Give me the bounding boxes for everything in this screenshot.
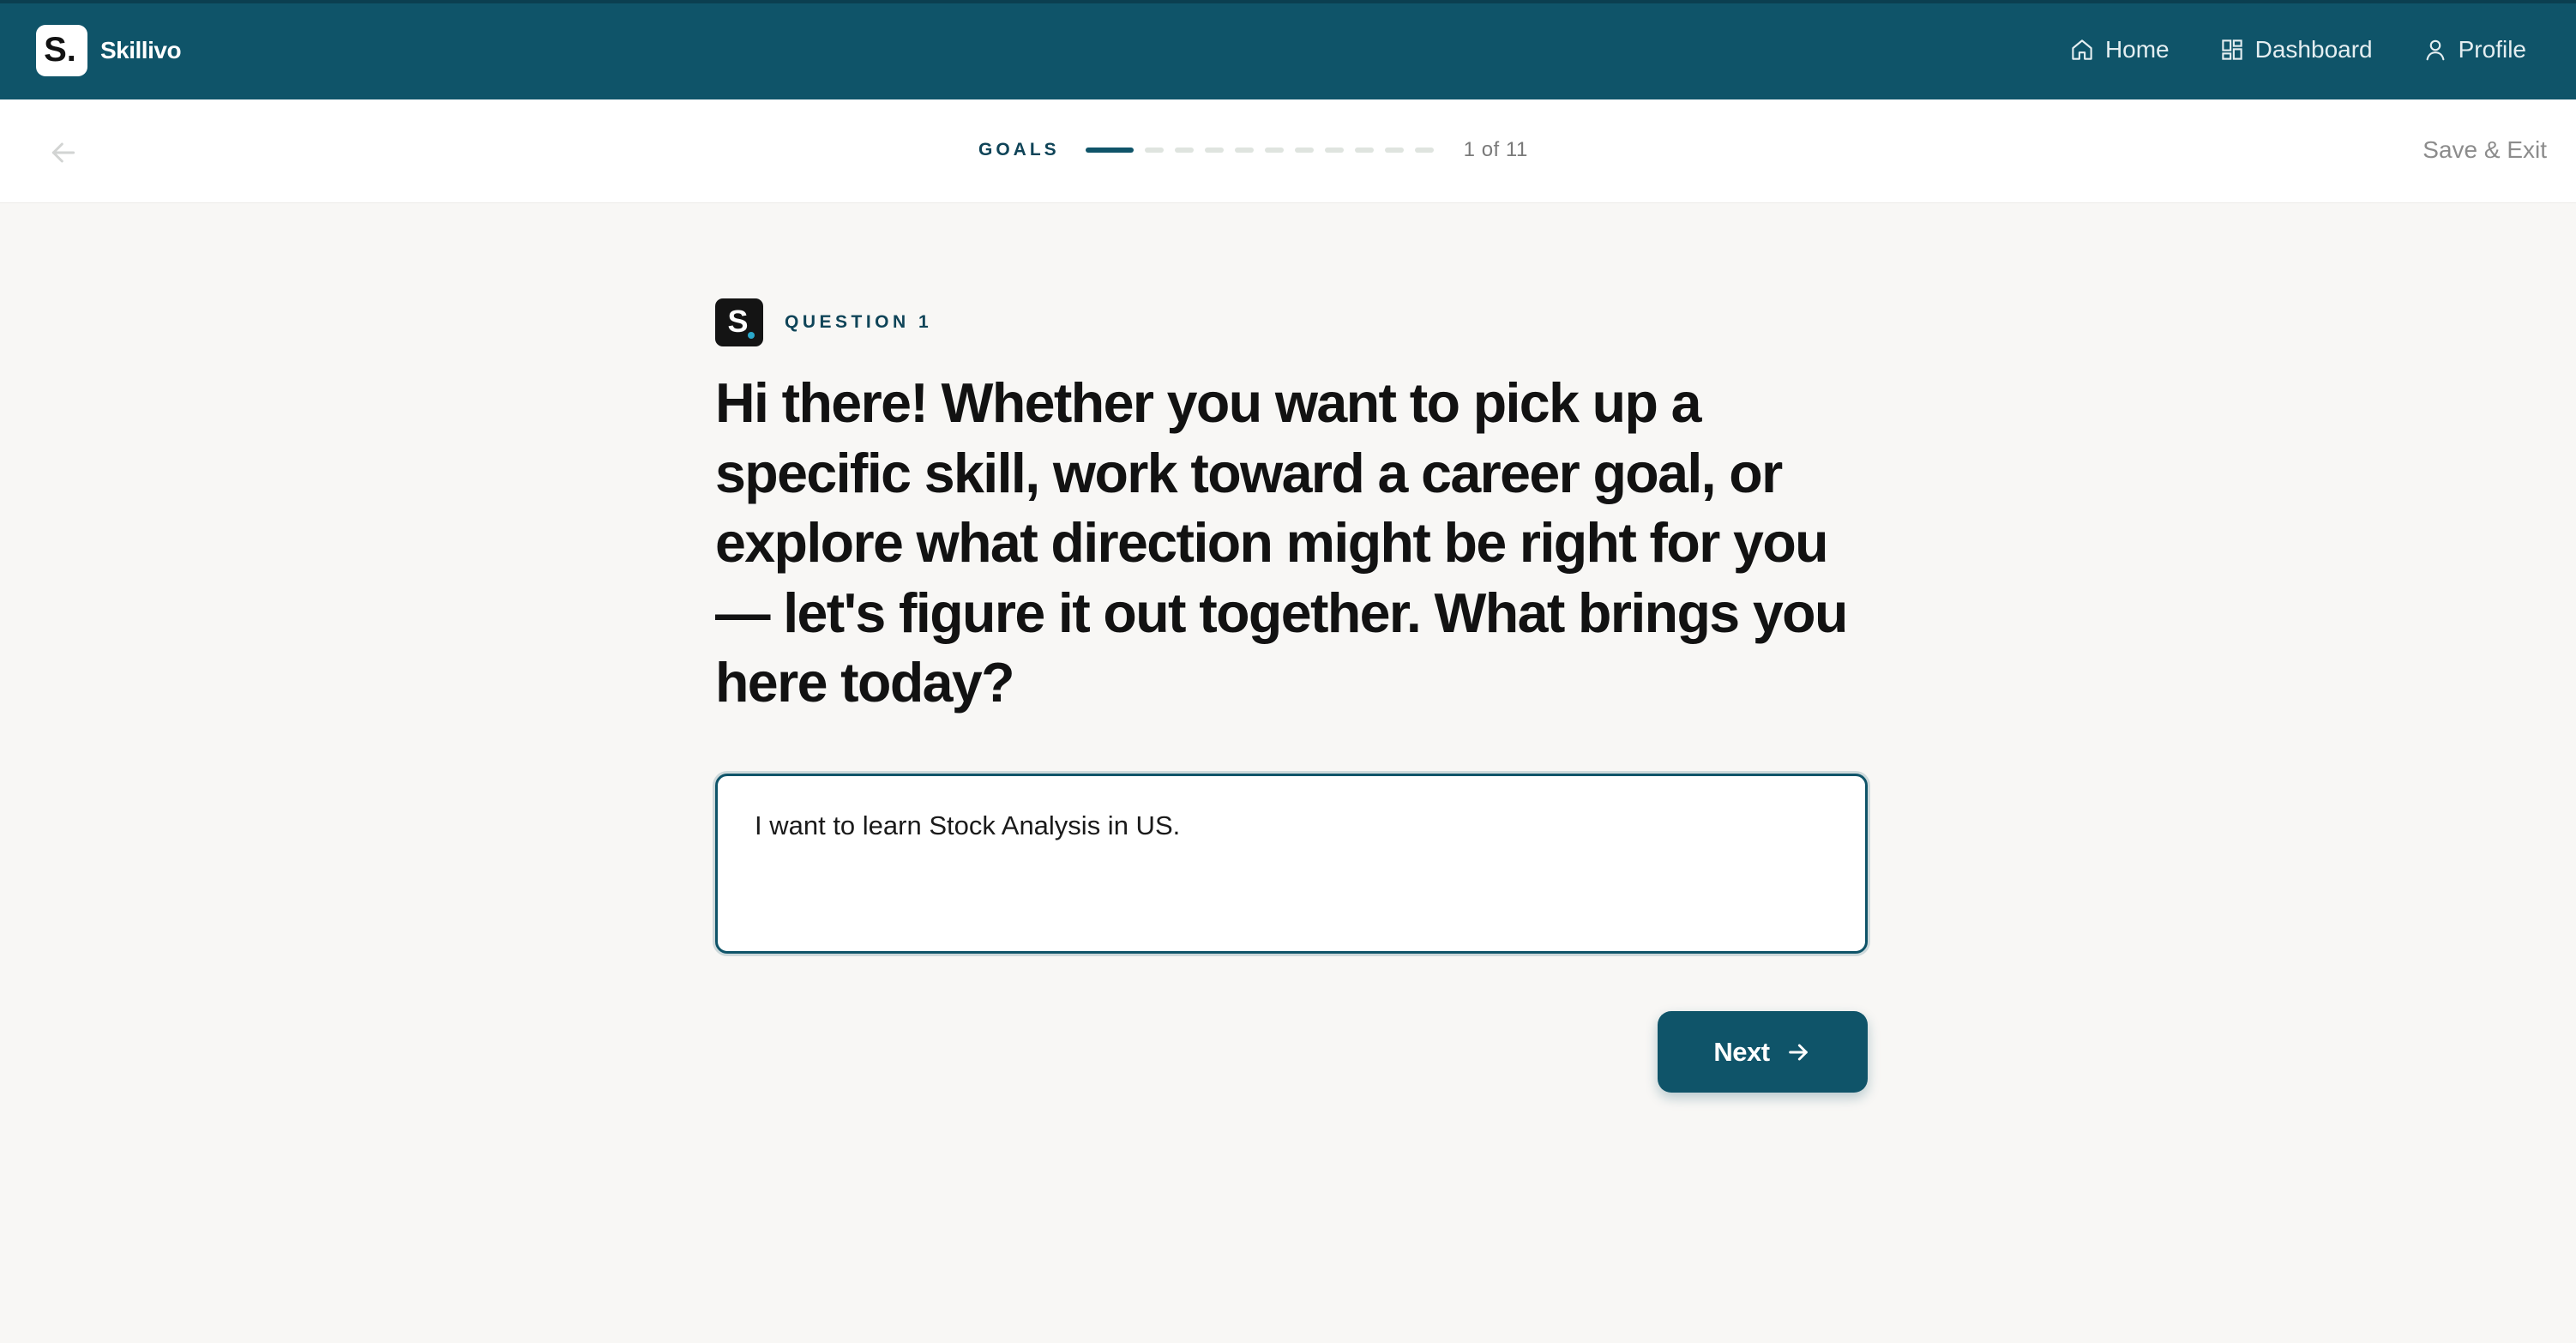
brand[interactable]: S. Skillivo [36, 25, 182, 76]
assistant-logo: S [715, 298, 763, 346]
progress-step [1085, 148, 1134, 153]
nav-item-profile-label: Profile [2458, 36, 2526, 63]
progress-step [1414, 148, 1434, 153]
user-icon [2426, 39, 2445, 61]
question-text: Hi there! Whether you want to pick up a … [715, 372, 1848, 714]
nav-item-home-label: Home [2104, 36, 2170, 63]
brand-logo-letter: S. [44, 31, 76, 69]
brand-name: Skillivo [100, 37, 182, 63]
progress-step [1324, 148, 1344, 153]
main-nav: Home Dashboard Profile [2019, 36, 2526, 63]
answer-input[interactable]: I want to learn Stock Analysis in US. [715, 774, 1868, 954]
question-tag: S QUESTION 1 [715, 298, 932, 346]
progress-step [1354, 148, 1374, 153]
home-icon [2072, 39, 2092, 60]
back-button[interactable] [46, 136, 81, 170]
brand-logo: S. [36, 25, 87, 76]
nav-item-dashboard-label: Dashboard [2254, 36, 2373, 63]
next-button-label: Next [1713, 1036, 1770, 1067]
progress-header: GOALS 1 of 11 Save & Exit [0, 99, 2576, 203]
save-exit-link[interactable]: Save & Exit [2423, 136, 2547, 164]
nav-item-profile[interactable]: Profile [2423, 36, 2526, 63]
progress-step [1234, 148, 1254, 153]
step-progress: GOALS 1 of 11 [978, 137, 1528, 163]
progress-step [1264, 148, 1284, 153]
next-button[interactable]: Next [1658, 1011, 1868, 1093]
arrow-right-icon [1788, 1044, 1808, 1060]
top-nav-bar: S. Skillivo Home Dashboard Profile [0, 0, 2576, 99]
dashboard-icon [2221, 39, 2242, 60]
section-label: GOALS [978, 140, 1060, 160]
step-counter: 1 of 11 [1463, 138, 1528, 161]
question-number: QUESTION 1 [785, 312, 933, 332]
progress-step [1144, 148, 1164, 153]
progress-step [1174, 148, 1194, 153]
assistant-logo-letter: S [727, 304, 749, 339]
progress-step [1294, 148, 1314, 153]
step-indicator [1085, 148, 1445, 153]
arrow-left-icon [51, 142, 75, 163]
progress-step [1384, 148, 1404, 153]
nav-item-dashboard[interactable]: Dashboard [2219, 36, 2373, 63]
nav-item-home[interactable]: Home [2069, 36, 2170, 63]
progress-step [1204, 148, 1224, 153]
logo-dot-icon [748, 332, 755, 339]
